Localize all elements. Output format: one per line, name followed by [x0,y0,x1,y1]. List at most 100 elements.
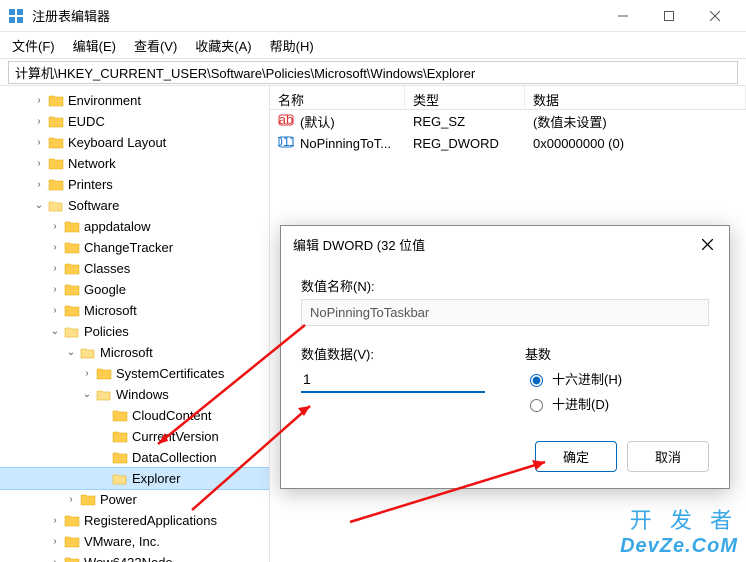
menu-edit[interactable]: 编辑(E) [65,34,124,57]
minimize-button[interactable] [600,0,646,32]
expand-toggle-icon[interactable]: ⌄ [64,347,78,358]
tree-node[interactable]: › RegisteredApplications [0,510,269,531]
tree-node[interactable]: ›Environment [0,90,269,111]
list-header-type[interactable]: 类型 [405,86,525,109]
dialog-close-button[interactable] [697,234,717,254]
dialog-titlebar: 编辑 DWORD (32 位值 [281,226,729,262]
expand-toggle-icon[interactable]: › [48,536,62,547]
expand-toggle-icon[interactable]: › [48,557,62,562]
tree-node[interactable]: › Google [0,279,269,300]
tree-node[interactable]: ›Network [0,153,269,174]
list-row[interactable]: 011NoPinningToT...REG_DWORD0x00000000 (0… [270,132,746,154]
svg-text:011: 011 [278,134,294,149]
ok-button[interactable]: 确定 [535,441,617,472]
folder-icon [48,135,64,151]
close-button[interactable] [692,0,738,32]
tree-node[interactable]: DataCollection [0,447,269,468]
folder-icon [96,387,112,403]
svg-text:ab: ab [279,112,293,127]
menu-file[interactable]: 文件(F) [4,34,63,57]
folder-icon [48,177,64,193]
menu-view[interactable]: 查看(V) [126,34,185,57]
tree-node[interactable]: ›EUDC [0,111,269,132]
value-data: 0x00000000 (0) [525,134,746,153]
list-header-name[interactable]: 名称 [270,86,405,109]
tree-node-label: Microsoft [100,345,153,360]
titlebar: 注册表编辑器 [0,0,746,32]
radio-dec[interactable]: 十进制(D) [525,394,709,413]
folder-icon [48,93,64,109]
tree-node[interactable]: ⌄Policies [0,321,269,342]
tree-node[interactable]: ›Wow6432Node [0,552,269,562]
folder-icon [48,156,64,172]
watermark: 开 发 者 DevZe.CoM [620,503,738,558]
radio-dec-input[interactable] [530,399,543,412]
menu-help[interactable]: 帮助(H) [262,34,322,57]
tree-node[interactable]: ›VMware, Inc. [0,531,269,552]
maximize-button[interactable] [646,0,692,32]
folder-icon [80,345,96,361]
tree-node[interactable]: CurrentVersion [0,426,269,447]
expand-toggle-icon[interactable]: › [32,95,46,106]
value-data-label: 数值数据(V): [301,344,485,363]
tree-node[interactable]: ›Printers [0,174,269,195]
tree-node[interactable]: ⌄Software [0,195,269,216]
folder-icon [64,513,80,529]
expand-toggle-icon[interactable]: › [32,116,46,127]
expand-toggle-icon[interactable]: › [48,515,62,526]
address-input[interactable] [8,61,738,84]
expand-toggle-icon[interactable]: › [64,494,78,505]
tree-node[interactable]: ›Keyboard Layout [0,132,269,153]
tree-node[interactable]: ⌄Windows [0,384,269,405]
tree-node[interactable]: ⌄ Microsoft [0,342,269,363]
expand-toggle-icon[interactable]: › [32,179,46,190]
expand-toggle-icon[interactable]: › [48,242,62,253]
expand-toggle-icon[interactable]: › [48,263,62,274]
tree-node[interactable]: ›Classes [0,258,269,279]
tree-node-label: Google [84,282,126,297]
window-title: 注册表编辑器 [32,6,600,25]
expand-toggle-icon[interactable]: › [48,305,62,316]
tree-node[interactable]: Explorer [0,468,269,489]
tree-node[interactable]: ›ChangeTracker [0,237,269,258]
list-header-data[interactable]: 数据 [525,86,746,109]
folder-icon [96,366,112,382]
expand-toggle-icon[interactable]: › [80,368,94,379]
folder-icon [112,408,128,424]
radio-hex[interactable]: 十六进制(H) [525,369,709,388]
folder-icon [48,198,64,214]
value-name-field: NoPinningToTaskbar [301,299,709,326]
base-label: 基数 [525,344,709,363]
tree-node[interactable]: ›Microsoft [0,300,269,321]
value-name: NoPinningToT... [300,136,391,151]
value-data-input[interactable] [301,367,485,393]
watermark-cn: 开 发 者 [620,503,738,535]
tree-node[interactable]: ›Power [0,489,269,510]
expand-toggle-icon[interactable]: ⌄ [80,389,94,400]
expand-toggle-icon[interactable]: ⌄ [48,326,62,337]
folder-icon [64,282,80,298]
folder-icon [112,450,128,466]
list-row[interactable]: ab(默认)REG_SZ(数值未设置) [270,110,746,132]
value-data: (数值未设置) [525,110,746,133]
cancel-button[interactable]: 取消 [627,441,709,472]
tree-node[interactable]: ›appdatalow [0,216,269,237]
expand-toggle-icon[interactable]: › [32,158,46,169]
folder-icon [64,303,80,319]
dialog-title-text: 编辑 DWORD (32 位值 [293,235,697,254]
folder-icon [64,240,80,256]
value-type-icon: 011 [278,134,294,153]
menu-favorites[interactable]: 收藏夹(A) [187,34,259,57]
tree-node-label: DataCollection [132,450,217,465]
expand-toggle-icon[interactable]: › [32,137,46,148]
tree-node-label: RegisteredApplications [84,513,217,528]
radio-hex-input[interactable] [530,374,543,387]
folder-icon [112,429,128,445]
tree-node[interactable]: ›SystemCertificates [0,363,269,384]
expand-toggle-icon[interactable]: ⌄ [32,200,46,211]
expand-toggle-icon[interactable]: › [48,284,62,295]
expand-toggle-icon[interactable]: › [48,221,62,232]
tree-node[interactable]: CloudContent [0,405,269,426]
folder-icon [64,261,80,277]
tree-pane[interactable]: ›Environment›EUDC›Keyboard Layout›Networ… [0,86,270,562]
